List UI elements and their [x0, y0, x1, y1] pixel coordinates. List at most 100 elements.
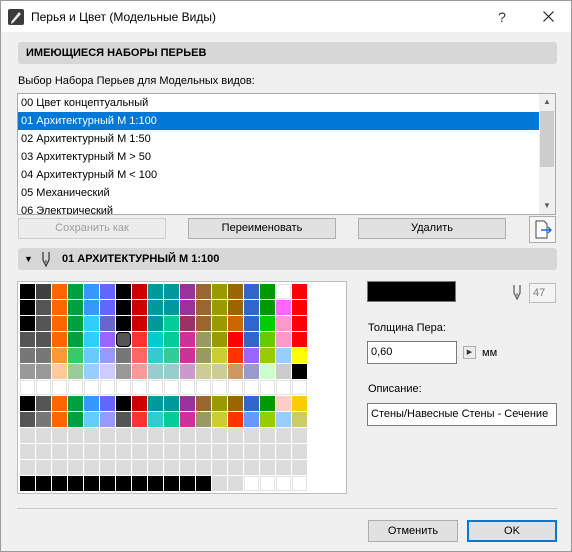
color-swatch[interactable]: [244, 348, 259, 363]
color-swatch[interactable]: [212, 348, 227, 363]
color-swatch[interactable]: [100, 428, 115, 443]
color-swatch[interactable]: [164, 428, 179, 443]
color-swatch[interactable]: [276, 396, 291, 411]
list-item[interactable]: 02 Архитектурный М 1:50: [18, 130, 540, 148]
color-swatch[interactable]: [36, 444, 51, 459]
color-swatch[interactable]: [180, 300, 195, 315]
color-swatch[interactable]: [196, 444, 211, 459]
color-swatch[interactable]: [212, 316, 227, 331]
color-swatch[interactable]: [132, 428, 147, 443]
color-swatch[interactable]: [228, 428, 243, 443]
color-swatch[interactable]: [68, 428, 83, 443]
color-swatch[interactable]: [20, 316, 35, 331]
color-swatch[interactable]: [116, 460, 131, 475]
color-swatch[interactable]: [84, 476, 99, 491]
color-swatch[interactable]: [212, 412, 227, 427]
pen-set-detail-header[interactable]: ▼ 01 АРХИТЕКТУРНЫЙ М 1:100: [18, 248, 557, 270]
color-swatch[interactable]: [180, 412, 195, 427]
color-swatch[interactable]: [180, 284, 195, 299]
color-swatch[interactable]: [52, 380, 67, 395]
color-swatch[interactable]: [148, 412, 163, 427]
pen-weight-input[interactable]: 0,60: [367, 341, 457, 364]
color-swatch[interactable]: [116, 348, 131, 363]
color-swatch[interactable]: [196, 380, 211, 395]
color-swatch[interactable]: [196, 316, 211, 331]
color-swatch[interactable]: [132, 332, 147, 347]
color-swatch[interactable]: [244, 412, 259, 427]
color-swatch[interactable]: [292, 428, 307, 443]
ok-button[interactable]: OK: [467, 520, 557, 542]
color-swatch[interactable]: [228, 364, 243, 379]
color-swatch[interactable]: [36, 460, 51, 475]
color-swatch[interactable]: [276, 284, 291, 299]
color-swatch[interactable]: [228, 332, 243, 347]
color-swatch[interactable]: [132, 348, 147, 363]
color-swatch[interactable]: [292, 460, 307, 475]
color-swatch[interactable]: [196, 476, 211, 491]
list-item[interactable]: 03 Архитектурный М > 50: [18, 148, 540, 166]
color-swatch[interactable]: [180, 444, 195, 459]
color-swatch[interactable]: [164, 348, 179, 363]
color-swatch[interactable]: [244, 316, 259, 331]
color-swatch[interactable]: [20, 460, 35, 475]
color-swatch[interactable]: [276, 316, 291, 331]
color-swatch[interactable]: [148, 460, 163, 475]
color-swatch[interactable]: [116, 412, 131, 427]
color-swatch[interactable]: [276, 412, 291, 427]
color-swatch[interactable]: [276, 476, 291, 491]
color-swatch[interactable]: [292, 396, 307, 411]
color-swatch[interactable]: [212, 460, 227, 475]
rename-button[interactable]: Переименовать: [188, 218, 336, 239]
color-swatch[interactable]: [20, 380, 35, 395]
color-swatch[interactable]: [132, 380, 147, 395]
color-swatch[interactable]: [148, 364, 163, 379]
color-swatch[interactable]: [276, 348, 291, 363]
color-swatch[interactable]: [276, 364, 291, 379]
color-swatch[interactable]: [84, 300, 99, 315]
color-swatch[interactable]: [132, 300, 147, 315]
color-swatch[interactable]: [244, 284, 259, 299]
color-swatch[interactable]: [84, 364, 99, 379]
color-swatch[interactable]: [84, 428, 99, 443]
list-scrollbar[interactable]: ▲ ▼: [539, 94, 555, 214]
color-swatch[interactable]: [116, 396, 131, 411]
color-swatch[interactable]: [260, 428, 275, 443]
color-swatch[interactable]: [164, 476, 179, 491]
color-swatch[interactable]: [228, 396, 243, 411]
color-swatch[interactable]: [164, 332, 179, 347]
color-swatch[interactable]: [244, 380, 259, 395]
color-swatch[interactable]: [292, 364, 307, 379]
color-swatch[interactable]: [52, 364, 67, 379]
color-swatch[interactable]: [68, 332, 83, 347]
color-swatch[interactable]: [36, 284, 51, 299]
color-swatch[interactable]: [292, 380, 307, 395]
color-swatch[interactable]: [276, 428, 291, 443]
color-swatch[interactable]: [84, 332, 99, 347]
color-swatch[interactable]: [84, 460, 99, 475]
color-swatch[interactable]: [196, 300, 211, 315]
color-swatch[interactable]: [100, 380, 115, 395]
color-swatch[interactable]: [180, 460, 195, 475]
color-swatch[interactable]: [68, 412, 83, 427]
list-item[interactable]: 05 Механический: [18, 184, 540, 202]
arrow-right-icon[interactable]: ▶: [463, 346, 476, 359]
color-swatch[interactable]: [148, 444, 163, 459]
color-swatch[interactable]: [116, 300, 131, 315]
color-swatch[interactable]: [116, 284, 131, 299]
color-swatch[interactable]: [244, 476, 259, 491]
color-swatch[interactable]: [260, 396, 275, 411]
color-swatch[interactable]: [276, 380, 291, 395]
color-swatch[interactable]: [260, 316, 275, 331]
color-swatch[interactable]: [36, 380, 51, 395]
color-swatch[interactable]: [148, 476, 163, 491]
color-swatch[interactable]: [100, 332, 115, 347]
color-swatch[interactable]: [180, 364, 195, 379]
color-swatch[interactable]: [52, 460, 67, 475]
color-swatch[interactable]: [244, 444, 259, 459]
color-swatch[interactable]: [132, 284, 147, 299]
color-swatch[interactable]: [20, 348, 35, 363]
color-swatch[interactable]: [132, 476, 147, 491]
color-swatch[interactable]: [36, 316, 51, 331]
color-swatch[interactable]: [276, 460, 291, 475]
color-swatch[interactable]: [148, 332, 163, 347]
